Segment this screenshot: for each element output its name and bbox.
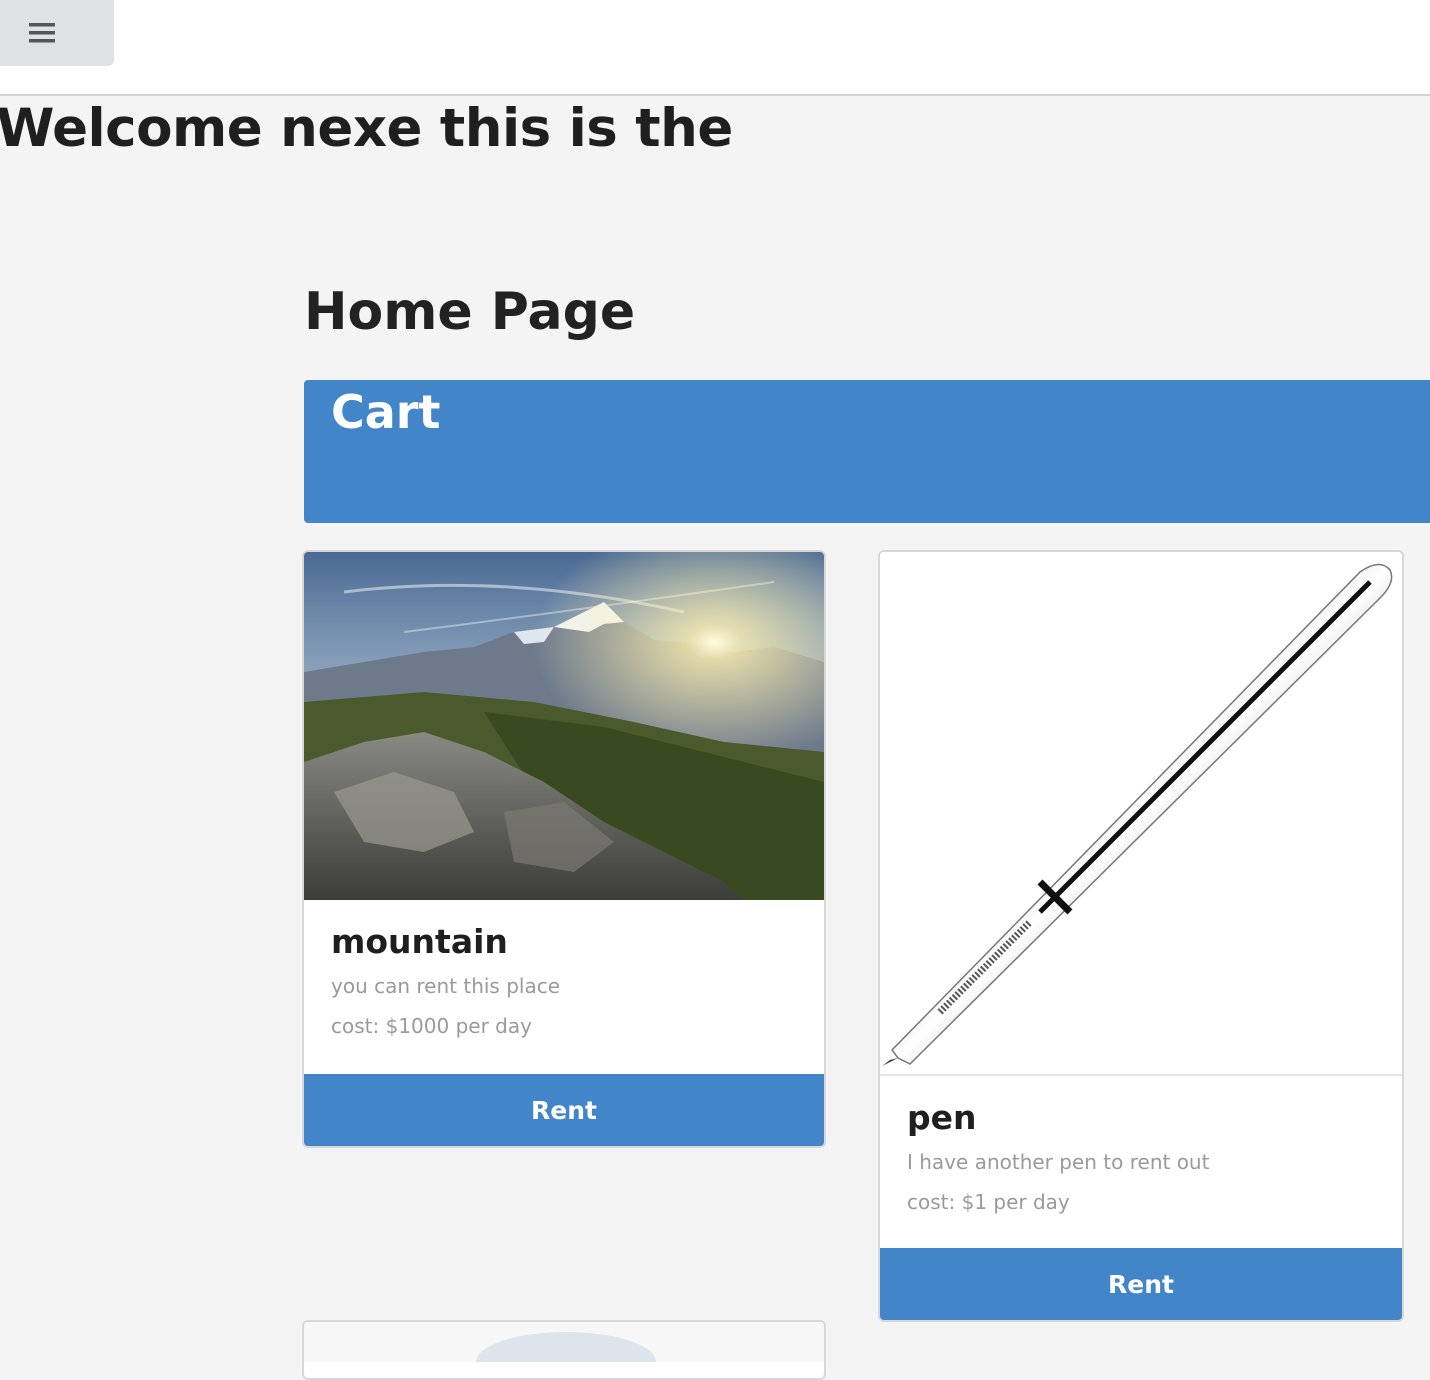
rent-button-pen[interactable]: Rent [880,1248,1402,1320]
menu-button[interactable] [0,0,114,66]
mountain-image [304,552,824,900]
item-card-mountain: mountain you can rent this place cost: $… [302,550,826,1148]
item-description: you can rent this place [331,974,561,998]
cart-panel: Cart [304,380,1430,523]
item-description: I have another pen to rent out [907,1150,1210,1174]
item-card-pen: pen I have another pen to rent out cost:… [878,550,1404,1322]
top-bar [0,0,1430,96]
hamburger-menu-icon [29,23,55,43]
item-image-partial [304,1322,824,1378]
item-name: pen [907,1098,977,1137]
item-cost: cost: $1000 per day [331,1014,532,1038]
welcome-heading: Welcome nexe this is the [0,98,733,159]
pen-image [880,552,1402,1076]
page-title: Home Page [304,282,636,342]
item-cost: cost: $1 per day [907,1190,1070,1214]
item-card-partial [302,1320,826,1380]
cart-title: Cart [331,385,441,439]
rent-button-mountain[interactable]: Rent [304,1074,824,1146]
card-body: pen I have another pen to rent out cost:… [880,1076,1402,1222]
item-name: mountain [331,922,508,961]
card-body: mountain you can rent this place cost: $… [304,900,824,1046]
